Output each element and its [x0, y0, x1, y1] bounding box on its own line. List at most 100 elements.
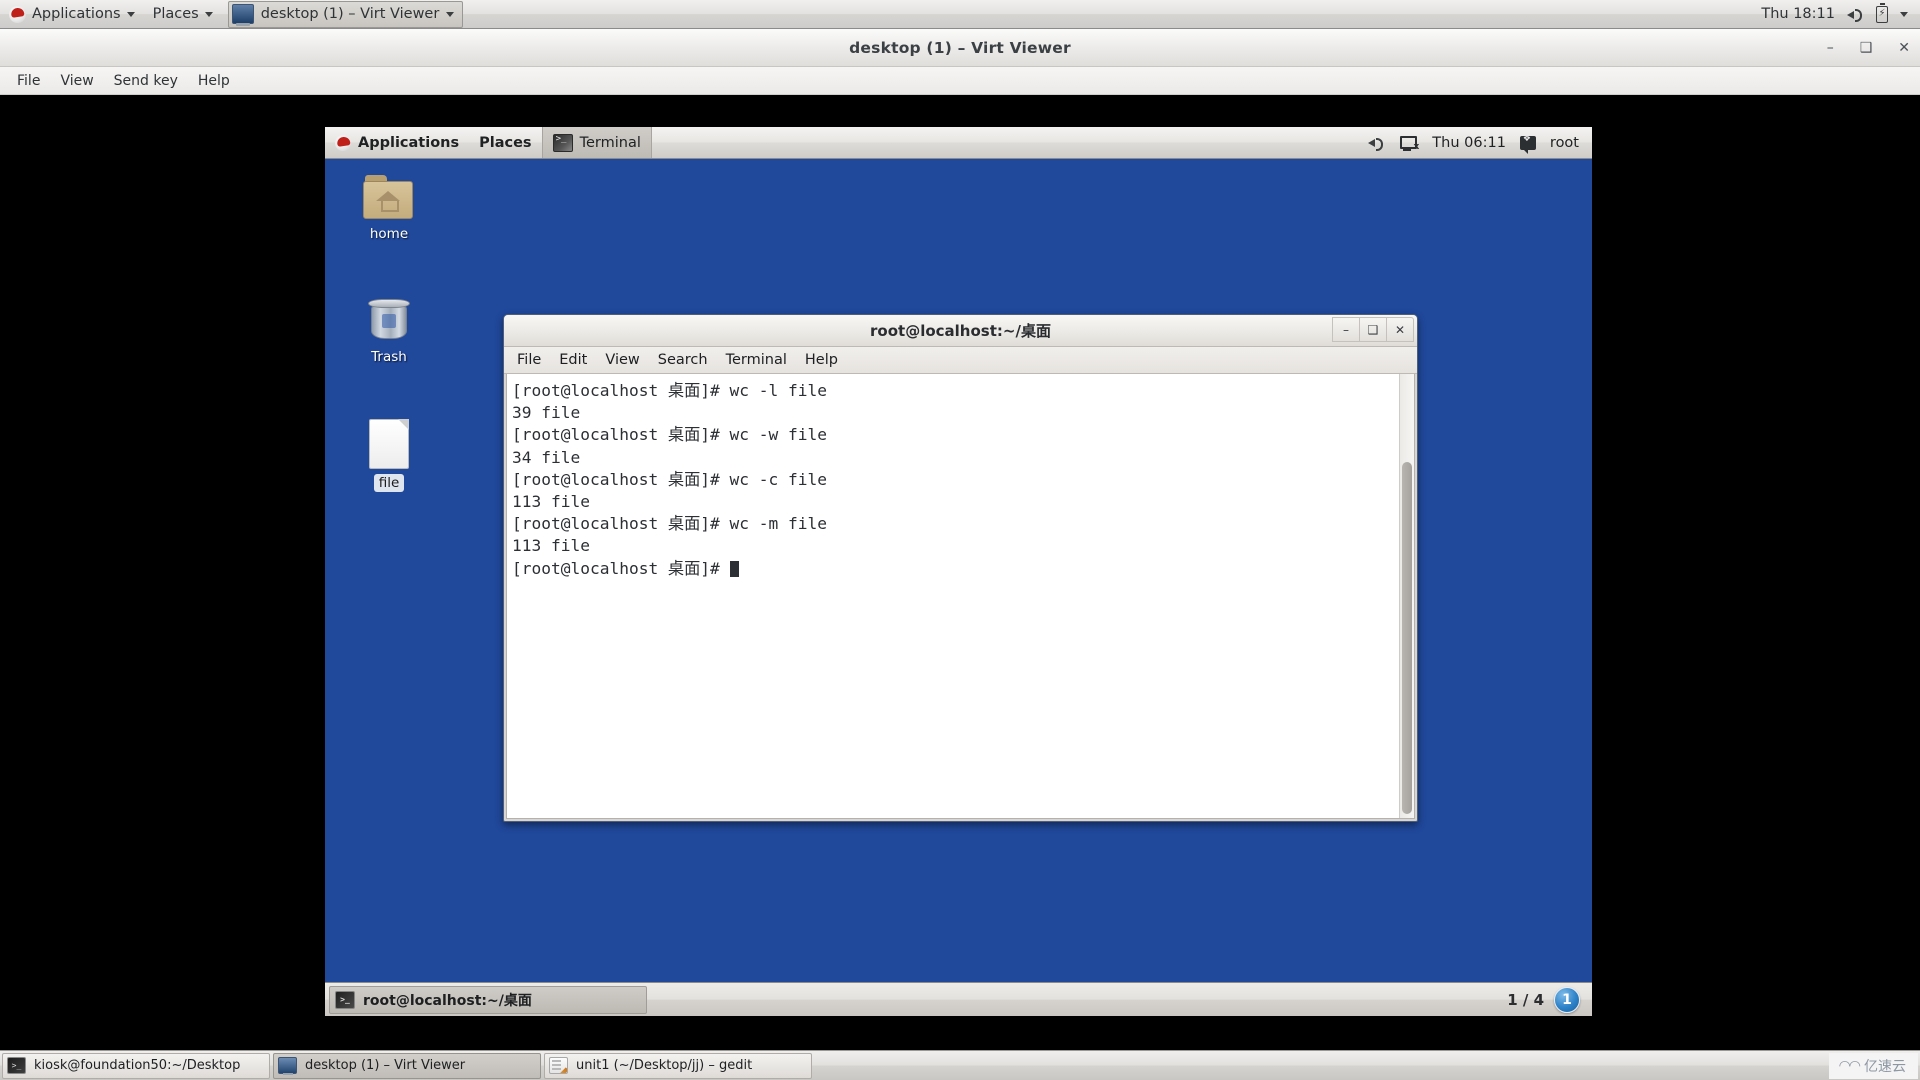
guest-username[interactable]: root — [1550, 135, 1579, 151]
virt-viewer-title: desktop (1) – Virt Viewer — [849, 38, 1071, 57]
menu-help[interactable]: Help — [189, 70, 239, 92]
redhat-icon — [9, 5, 26, 23]
terminal-maximize-button[interactable]: ❑ — [1359, 317, 1387, 342]
desktop-icon-trash-label: Trash — [371, 349, 407, 365]
guest-applications-label: Applications — [358, 134, 460, 151]
terminal-line: [root@localhost 桌面]# wc -w file — [512, 425, 828, 445]
host-taskbar-button-virt-viewer[interactable]: desktop (1) – Virt Viewer — [273, 1052, 541, 1079]
terminal-body[interactable]: [root@localhost 桌面]# wc -l file 39 file … — [506, 374, 1415, 819]
terminal-title: root@localhost:~/桌面 — [870, 322, 1051, 340]
guest-clock[interactable]: Thu 06:11 — [1432, 135, 1506, 151]
host-taskbar: >_ kiosk@foundation50:~/Desktop desktop … — [0, 1050, 1920, 1080]
terminal-window-controls: – ❑ ✕ — [1332, 317, 1414, 342]
workspace-count-label: 1 / 4 — [1507, 990, 1544, 1009]
terminal-line: 34 file — [512, 447, 581, 467]
host-top-panel: Applications Places desktop (1) – Virt V… — [0, 0, 1920, 29]
terminal-menu-edit[interactable]: Edit — [550, 349, 596, 371]
minimize-button[interactable]: – — [1827, 41, 1834, 55]
terminal-icon: >_ — [7, 1057, 26, 1074]
terminal-menu-file[interactable]: File — [508, 349, 550, 371]
host-panel-window-button[interactable]: desktop (1) – Virt Viewer — [227, 0, 464, 28]
host-applications-label: Applications — [32, 6, 121, 22]
network-disconnected-icon[interactable]: x — [1399, 135, 1419, 151]
virt-viewer-titlebar[interactable]: desktop (1) – Virt Viewer – ❑ ✕ — [0, 29, 1920, 67]
guest-places-label: Places — [479, 134, 532, 151]
virt-viewer-window: desktop (1) – Virt Viewer – ❑ ✕ File Vie… — [0, 29, 1920, 1050]
terminal-icon: >_ — [552, 133, 573, 152]
home-folder-icon — [363, 175, 415, 220]
desktop-icon-file-label: file — [373, 474, 405, 492]
user-icon — [1519, 135, 1536, 154]
host-taskbar-button-terminal-label: kiosk@foundation50:~/Desktop — [34, 1058, 241, 1073]
virt-viewer-menubar: File View Send key Help — [0, 67, 1920, 95]
host-places-menu[interactable]: Places — [144, 0, 222, 28]
desktop-icon-home-label: home — [369, 226, 409, 242]
virt-viewer-icon — [278, 1057, 297, 1075]
close-button[interactable]: ✕ — [1898, 41, 1910, 55]
terminal-line: [root@localhost 桌面]# wc -l file — [512, 381, 828, 400]
terminal-minimize-button[interactable]: – — [1332, 317, 1360, 342]
guest-taskbar-terminal-button[interactable]: >_ root@localhost:~/桌面 — [329, 985, 647, 1014]
terminal-menu-view[interactable]: View — [596, 349, 648, 371]
host-system-tray: Thu 18:11 ⚡ — [1761, 2, 1920, 23]
maximize-button[interactable]: ❑ — [1860, 41, 1873, 55]
watermark-label: 亿速云 — [1864, 1058, 1906, 1075]
workspace-badge[interactable]: 1 — [1554, 986, 1580, 1013]
chevron-down-icon — [204, 11, 213, 17]
desktop-icon-file[interactable]: file — [343, 419, 435, 492]
terminal-prompt: [root@localhost 桌面]# — [512, 558, 730, 578]
virt-viewer-icon — [231, 4, 254, 26]
menu-view[interactable]: View — [51, 70, 102, 92]
guest-places-menu[interactable]: Places — [469, 127, 541, 158]
menu-file[interactable]: File — [8, 70, 49, 92]
desktop-icon-home[interactable]: home — [343, 175, 435, 243]
volume-icon[interactable] — [1368, 135, 1385, 151]
battery-icon[interactable]: ⚡ — [1876, 2, 1888, 23]
guest-system-tray: x Thu 06:11 root — [1368, 135, 1592, 154]
host-taskbar-button-virt-viewer-label: desktop (1) – Virt Viewer — [305, 1058, 466, 1073]
terminal-scrollbar-thumb[interactable] — [1402, 462, 1412, 814]
guest-applications-menu[interactable]: Applications — [325, 127, 469, 158]
terminal-menu-search[interactable]: Search — [649, 349, 717, 371]
virt-viewer-canvas: Applications Places >_ Terminal x Thu 06… — [0, 96, 1920, 1050]
virt-viewer-window-controls: – ❑ ✕ — [1827, 29, 1910, 67]
guest-active-app-terminal[interactable]: >_ Terminal — [541, 127, 652, 158]
terminal-line: [root@localhost 桌面]# wc -c file — [512, 469, 828, 489]
host-taskbar-button-gedit-label: unit1 (~/Desktop/jj) – gedit — [576, 1058, 753, 1073]
host-places-label: Places — [152, 6, 199, 22]
text-file-icon — [369, 419, 409, 469]
terminal-line: 39 file — [512, 403, 581, 423]
terminal-menu-help[interactable]: Help — [796, 349, 847, 371]
watermark: ◠◠ 亿速云 — [1828, 1052, 1918, 1079]
host-clock[interactable]: Thu 18:11 — [1761, 6, 1835, 22]
guest-desktop: Applications Places >_ Terminal x Thu 06… — [325, 127, 1592, 1016]
redhat-icon — [335, 134, 351, 151]
host-panel-window-label: desktop (1) – Virt Viewer — [260, 6, 440, 22]
terminal-output[interactable]: [root@localhost 桌面]# wc -l file 39 file … — [507, 374, 1399, 818]
terminal-line: 113 file — [512, 536, 590, 556]
terminal-line: [root@localhost 桌面]# wc -m file — [512, 514, 828, 534]
trash-icon — [367, 297, 411, 343]
desktop-icon-trash[interactable]: Trash — [343, 297, 435, 366]
volume-icon[interactable] — [1847, 7, 1864, 22]
guest-taskbar-terminal-label: root@localhost:~/桌面 — [363, 992, 532, 1009]
workspace-indicator[interactable]: 1 / 4 1 — [1507, 986, 1588, 1013]
host-taskbar-button-terminal[interactable]: >_ kiosk@foundation50:~/Desktop — [2, 1052, 270, 1079]
terminal-menu-terminal[interactable]: Terminal — [717, 349, 796, 371]
guest-top-panel: Applications Places >_ Terminal x Thu 06… — [325, 127, 1592, 159]
terminal-line: 113 file — [512, 492, 590, 512]
gedit-icon — [549, 1057, 568, 1074]
terminal-menubar: File Edit View Search Terminal Help — [504, 347, 1417, 374]
host-applications-menu[interactable]: Applications — [0, 0, 144, 28]
host-taskbar-button-gedit[interactable]: unit1 (~/Desktop/jj) – gedit — [544, 1052, 812, 1079]
guest-active-app-label: Terminal — [579, 134, 641, 151]
screen: Applications Places desktop (1) – Virt V… — [0, 0, 1920, 1080]
terminal-icon: >_ — [335, 990, 355, 1009]
chevron-down-icon[interactable] — [1900, 11, 1908, 17]
menu-send-key[interactable]: Send key — [105, 70, 187, 92]
terminal-scrollbar[interactable] — [1399, 374, 1414, 818]
guest-taskbar: >_ root@localhost:~/桌面 1 / 4 1 — [325, 982, 1592, 1016]
terminal-titlebar[interactable]: root@localhost:~/桌面 – ❑ ✕ — [504, 315, 1417, 347]
chevron-down-icon — [126, 11, 135, 17]
terminal-close-button[interactable]: ✕ — [1386, 317, 1414, 342]
